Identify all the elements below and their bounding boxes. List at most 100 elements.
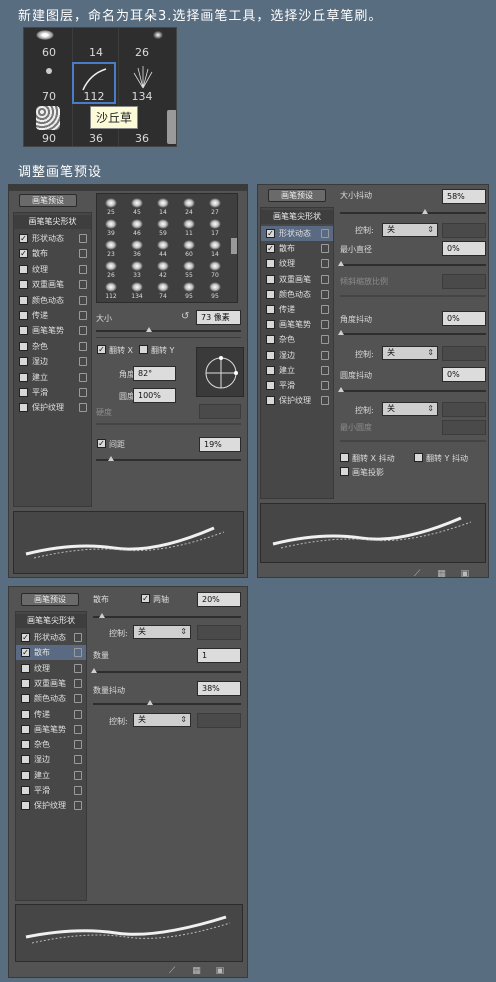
tip-shape-header[interactable]: 画笔笔尖形状 — [261, 210, 333, 224]
toggle-live-tip-icon[interactable]: ⟋ — [414, 569, 420, 577]
brush-tip-cell[interactable]: 36 — [126, 238, 148, 258]
brush-presets-button[interactable]: 画笔预设 — [21, 593, 79, 606]
lock-icon[interactable] — [79, 403, 87, 413]
setting-checkbox[interactable] — [21, 740, 30, 750]
lock-icon[interactable] — [74, 648, 82, 658]
brush-tip-cell[interactable]: 14 — [204, 238, 226, 258]
spacing-slider[interactable] — [96, 456, 241, 461]
lock-icon[interactable] — [79, 280, 87, 290]
brush-tip-cell[interactable]: 55 — [178, 259, 200, 279]
brush-thumb[interactable] — [46, 68, 52, 74]
setting-checkbox[interactable]: ✓ — [21, 648, 30, 658]
setting-item[interactable]: 平滑 — [16, 783, 86, 798]
setting-checkbox[interactable]: ✓ — [21, 633, 30, 642]
lock-icon[interactable] — [79, 341, 87, 351]
lock-icon[interactable] — [79, 357, 87, 367]
lock-icon[interactable] — [321, 289, 329, 299]
setting-item[interactable]: 传递 — [14, 308, 91, 323]
brush-tip-cell[interactable]: 134 — [126, 280, 148, 300]
setting-checkbox[interactable] — [266, 259, 275, 269]
lock-icon[interactable] — [74, 755, 82, 765]
setting-checkbox[interactable] — [266, 274, 275, 284]
setting-item[interactable]: 纹理 — [16, 661, 86, 676]
setting-checkbox[interactable] — [266, 350, 275, 360]
setting-checkbox[interactable] — [21, 755, 30, 765]
roundness-jitter-field[interactable]: 0% — [442, 367, 486, 382]
brush-tip-cell[interactable]: 14 — [152, 196, 174, 216]
brush-thumb[interactable] — [36, 106, 60, 130]
setting-item[interactable]: 平滑 — [14, 385, 91, 400]
setting-item[interactable]: 颜色动态 — [261, 287, 333, 302]
setting-checkbox[interactable] — [19, 326, 28, 336]
setting-checkbox[interactable] — [21, 724, 30, 734]
brush-tip-cell[interactable]: 23 — [100, 238, 122, 258]
brush-tip-cell[interactable]: 25 — [100, 196, 122, 216]
control-select[interactable]: 关 — [382, 223, 438, 237]
size-slider-knob[interactable] — [146, 327, 152, 332]
setting-item[interactable]: 纹理 — [261, 256, 333, 271]
reset-size-icon[interactable]: ↺ — [181, 311, 189, 322]
setting-item[interactable]: 湿边 — [14, 354, 91, 369]
count-field[interactable]: 1 — [197, 648, 241, 663]
brush-thumb[interactable] — [36, 30, 54, 40]
count-slider[interactable] — [91, 668, 241, 673]
flip-y-jitter-checkbox[interactable] — [414, 453, 423, 462]
lock-icon[interactable] — [79, 326, 87, 336]
setting-item[interactable]: 建立 — [16, 768, 86, 783]
setting-item[interactable]: 保护纹理 — [16, 798, 86, 813]
min-diameter-knob[interactable] — [338, 261, 344, 266]
brush-presets-button[interactable]: 画笔预设 — [268, 189, 326, 202]
angle-jitter-slider[interactable] — [338, 330, 486, 335]
setting-item[interactable]: 杂色 — [261, 332, 333, 347]
setting-item[interactable]: 建立 — [14, 370, 91, 385]
brush-tip-cell[interactable]: 46 — [126, 217, 148, 237]
lock-icon[interactable] — [74, 770, 82, 780]
min-diameter-slider[interactable] — [338, 261, 486, 266]
setting-checkbox[interactable]: ✓ — [19, 249, 28, 259]
lock-icon[interactable] — [321, 259, 329, 269]
setting-checkbox[interactable] — [266, 320, 275, 330]
lock-icon[interactable] — [79, 388, 87, 397]
setting-checkbox[interactable] — [266, 365, 275, 375]
lock-icon[interactable] — [321, 305, 329, 314]
size-slider[interactable] — [96, 327, 241, 332]
lock-icon[interactable] — [74, 633, 82, 642]
lock-icon[interactable] — [321, 320, 329, 330]
setting-checkbox[interactable] — [266, 289, 275, 299]
setting-item[interactable]: 画笔笔势 — [16, 722, 86, 737]
control-select[interactable]: 关 — [133, 625, 191, 639]
setting-checkbox[interactable] — [19, 403, 28, 413]
roundness-jitter-slider[interactable] — [338, 387, 486, 392]
setting-checkbox[interactable] — [266, 396, 275, 406]
setting-item[interactable]: 颜色动态 — [16, 691, 86, 706]
setting-item[interactable]: 纹理 — [14, 262, 91, 277]
lock-icon[interactable] — [321, 244, 329, 254]
setting-checkbox[interactable] — [21, 786, 30, 795]
setting-checkbox[interactable] — [19, 264, 28, 274]
setting-checkbox[interactable] — [21, 663, 30, 673]
setting-checkbox[interactable]: ✓ — [266, 229, 275, 238]
angle-roundness-widget[interactable] — [196, 347, 244, 397]
lock-icon[interactable] — [74, 724, 82, 734]
lock-icon[interactable] — [321, 274, 329, 284]
brush-tip-cell[interactable]: 17 — [204, 217, 226, 237]
setting-checkbox[interactable]: ✓ — [266, 244, 275, 254]
lock-icon[interactable] — [79, 372, 87, 382]
brush-presets-button[interactable]: 画笔预设 — [19, 194, 77, 207]
both-axes-checkbox[interactable]: ✓ — [141, 594, 150, 603]
min-diameter-field[interactable]: 0% — [442, 241, 486, 256]
new-preset-icon[interactable]: ▣ — [461, 569, 470, 577]
control-select[interactable]: 关 — [133, 713, 191, 727]
control-select[interactable]: 关 — [382, 402, 438, 416]
angle-jitter-knob[interactable] — [338, 330, 344, 335]
setting-item[interactable]: 双重画笔 — [16, 676, 86, 691]
grid-icon[interactable]: ▦ — [192, 966, 201, 976]
lock-icon[interactable] — [74, 663, 82, 673]
setting-item[interactable]: 双重画笔 — [14, 277, 91, 292]
lock-icon[interactable] — [321, 229, 329, 238]
lock-icon[interactable] — [79, 311, 87, 320]
spacing-slider-knob[interactable] — [108, 456, 114, 461]
grid-icon[interactable]: ▦ — [437, 569, 446, 577]
setting-checkbox[interactable] — [21, 770, 30, 780]
setting-item[interactable]: ✓ 形状动态 — [16, 630, 86, 645]
